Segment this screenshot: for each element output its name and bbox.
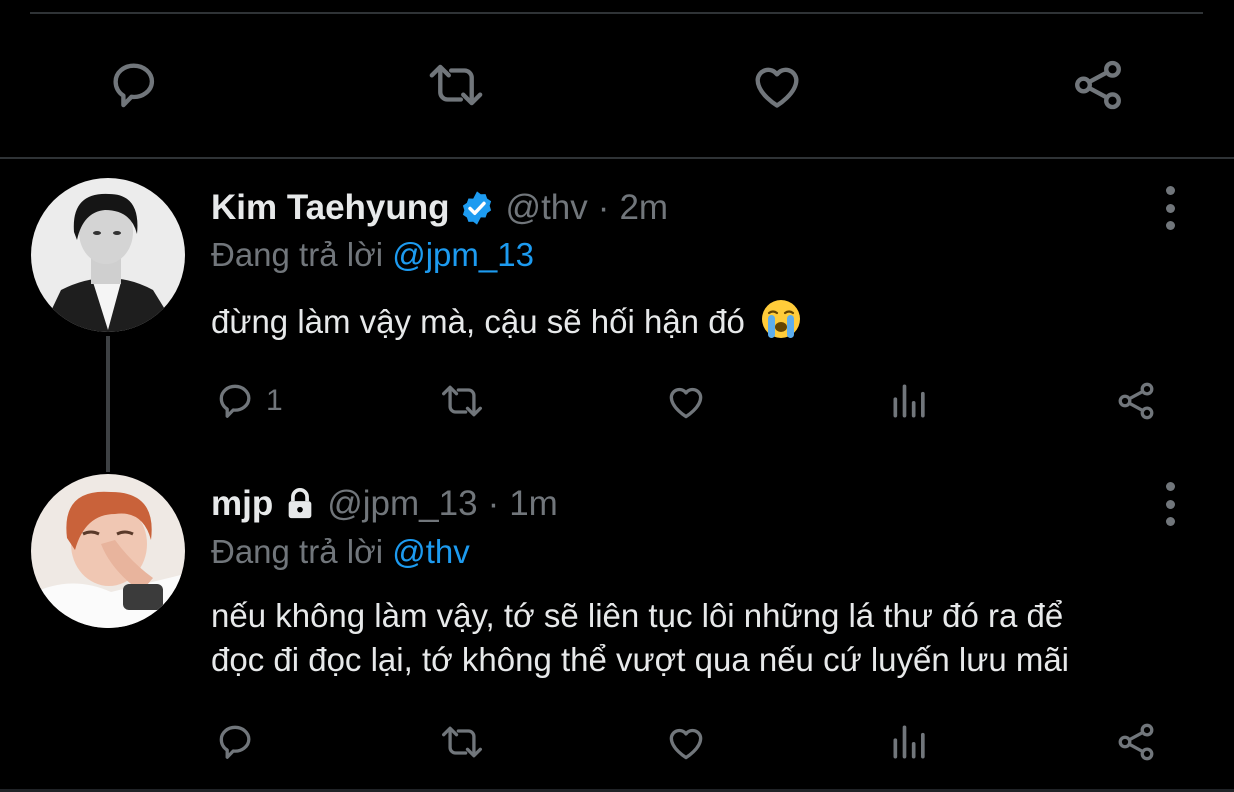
retweet-icon — [442, 726, 482, 758]
reply-icon — [113, 63, 155, 108]
avatar[interactable] — [31, 474, 185, 628]
timestamp[interactable]: 1m — [509, 484, 558, 524]
retweet-icon — [429, 64, 483, 106]
share-button[interactable] — [1114, 717, 1158, 767]
analytics-button[interactable] — [888, 717, 932, 767]
like-icon — [755, 67, 799, 108]
like-button[interactable] — [664, 376, 708, 426]
reply-count: 1 — [266, 384, 283, 417]
share-icon — [1118, 382, 1154, 420]
section-divider — [0, 157, 1234, 159]
like-button[interactable] — [664, 717, 708, 767]
retweet-button[interactable] — [424, 50, 488, 120]
share-icon — [1075, 60, 1121, 110]
share-button[interactable] — [1066, 50, 1130, 120]
tweet-header: mjp @jpm_13 · 1m — [211, 482, 558, 526]
more-options-button[interactable] — [1158, 186, 1182, 230]
like-icon — [669, 387, 703, 419]
tweet-text-line: đọc đi đọc lại, tớ không thể vượt qua nế… — [211, 641, 1070, 678]
handle[interactable]: @jpm_13 — [327, 484, 477, 524]
reply-button[interactable] — [214, 717, 266, 767]
more-dot — [1165, 203, 1175, 213]
retweet-icon — [442, 385, 482, 417]
analytics-button[interactable] — [888, 376, 932, 426]
more-dot — [1165, 221, 1175, 230]
verified-badge-icon — [458, 189, 496, 227]
retweet-button[interactable] — [440, 717, 484, 767]
avatar-photo — [31, 178, 185, 332]
handle[interactable]: @thv — [506, 188, 588, 228]
reply-button[interactable]: 1 — [214, 376, 283, 426]
display-name[interactable]: mjp — [211, 484, 273, 524]
more-options-button[interactable] — [1158, 482, 1182, 526]
tweet-text-content: đừng làm vậy mà, cậu sẽ hối hận đó — [211, 303, 745, 341]
separator-dot: · — [597, 188, 610, 227]
like-icon — [669, 728, 703, 760]
tweet-action-bar: 1 — [0, 376, 1234, 426]
tweet-text: nếu không làm vậy, tớ sẽ liên tục lôi nh… — [211, 594, 1069, 682]
replying-to-line: Đang trả lời @thv — [211, 533, 470, 571]
retweet-button[interactable] — [440, 376, 484, 426]
tweet-action-bar — [0, 717, 1234, 767]
more-dot — [1165, 186, 1175, 195]
tweet-text: đừng làm vậy mà, cậu sẽ hối hận đó — [211, 298, 802, 351]
avatar-photo — [31, 474, 185, 628]
analytics-icon — [893, 384, 925, 418]
share-button[interactable] — [1114, 376, 1158, 426]
lock-icon — [283, 486, 317, 522]
top-divider — [30, 12, 1203, 14]
loudly-crying-face-icon — [760, 298, 802, 351]
reply-icon — [219, 384, 251, 418]
replying-to-mention[interactable]: @thv — [392, 533, 470, 570]
separator-dot: · — [487, 484, 500, 523]
avatar[interactable] — [31, 178, 185, 332]
replying-prefix: Đang trả lời — [211, 533, 384, 570]
reply-icon — [219, 725, 251, 759]
share-icon — [1118, 723, 1154, 761]
reply-button[interactable] — [103, 50, 167, 120]
timestamp[interactable]: 2m — [619, 188, 668, 228]
replying-to-line: Đang trả lời @jpm_13 — [211, 236, 534, 274]
more-dot — [1165, 499, 1175, 509]
more-dot — [1165, 517, 1175, 526]
tweet-text-line: nếu không làm vậy, tớ sẽ liên tục lôi nh… — [211, 597, 1064, 634]
like-button[interactable] — [745, 50, 809, 120]
display-name[interactable]: Kim Taehyung — [211, 188, 450, 228]
tweet-header: Kim Taehyung @thv · 2m — [211, 186, 668, 230]
replying-prefix: Đang trả lời — [211, 236, 384, 273]
main-tweet-action-bar — [0, 50, 1234, 120]
analytics-icon — [893, 725, 925, 759]
more-dot — [1165, 482, 1175, 491]
replying-to-mention[interactable]: @jpm_13 — [392, 236, 534, 273]
